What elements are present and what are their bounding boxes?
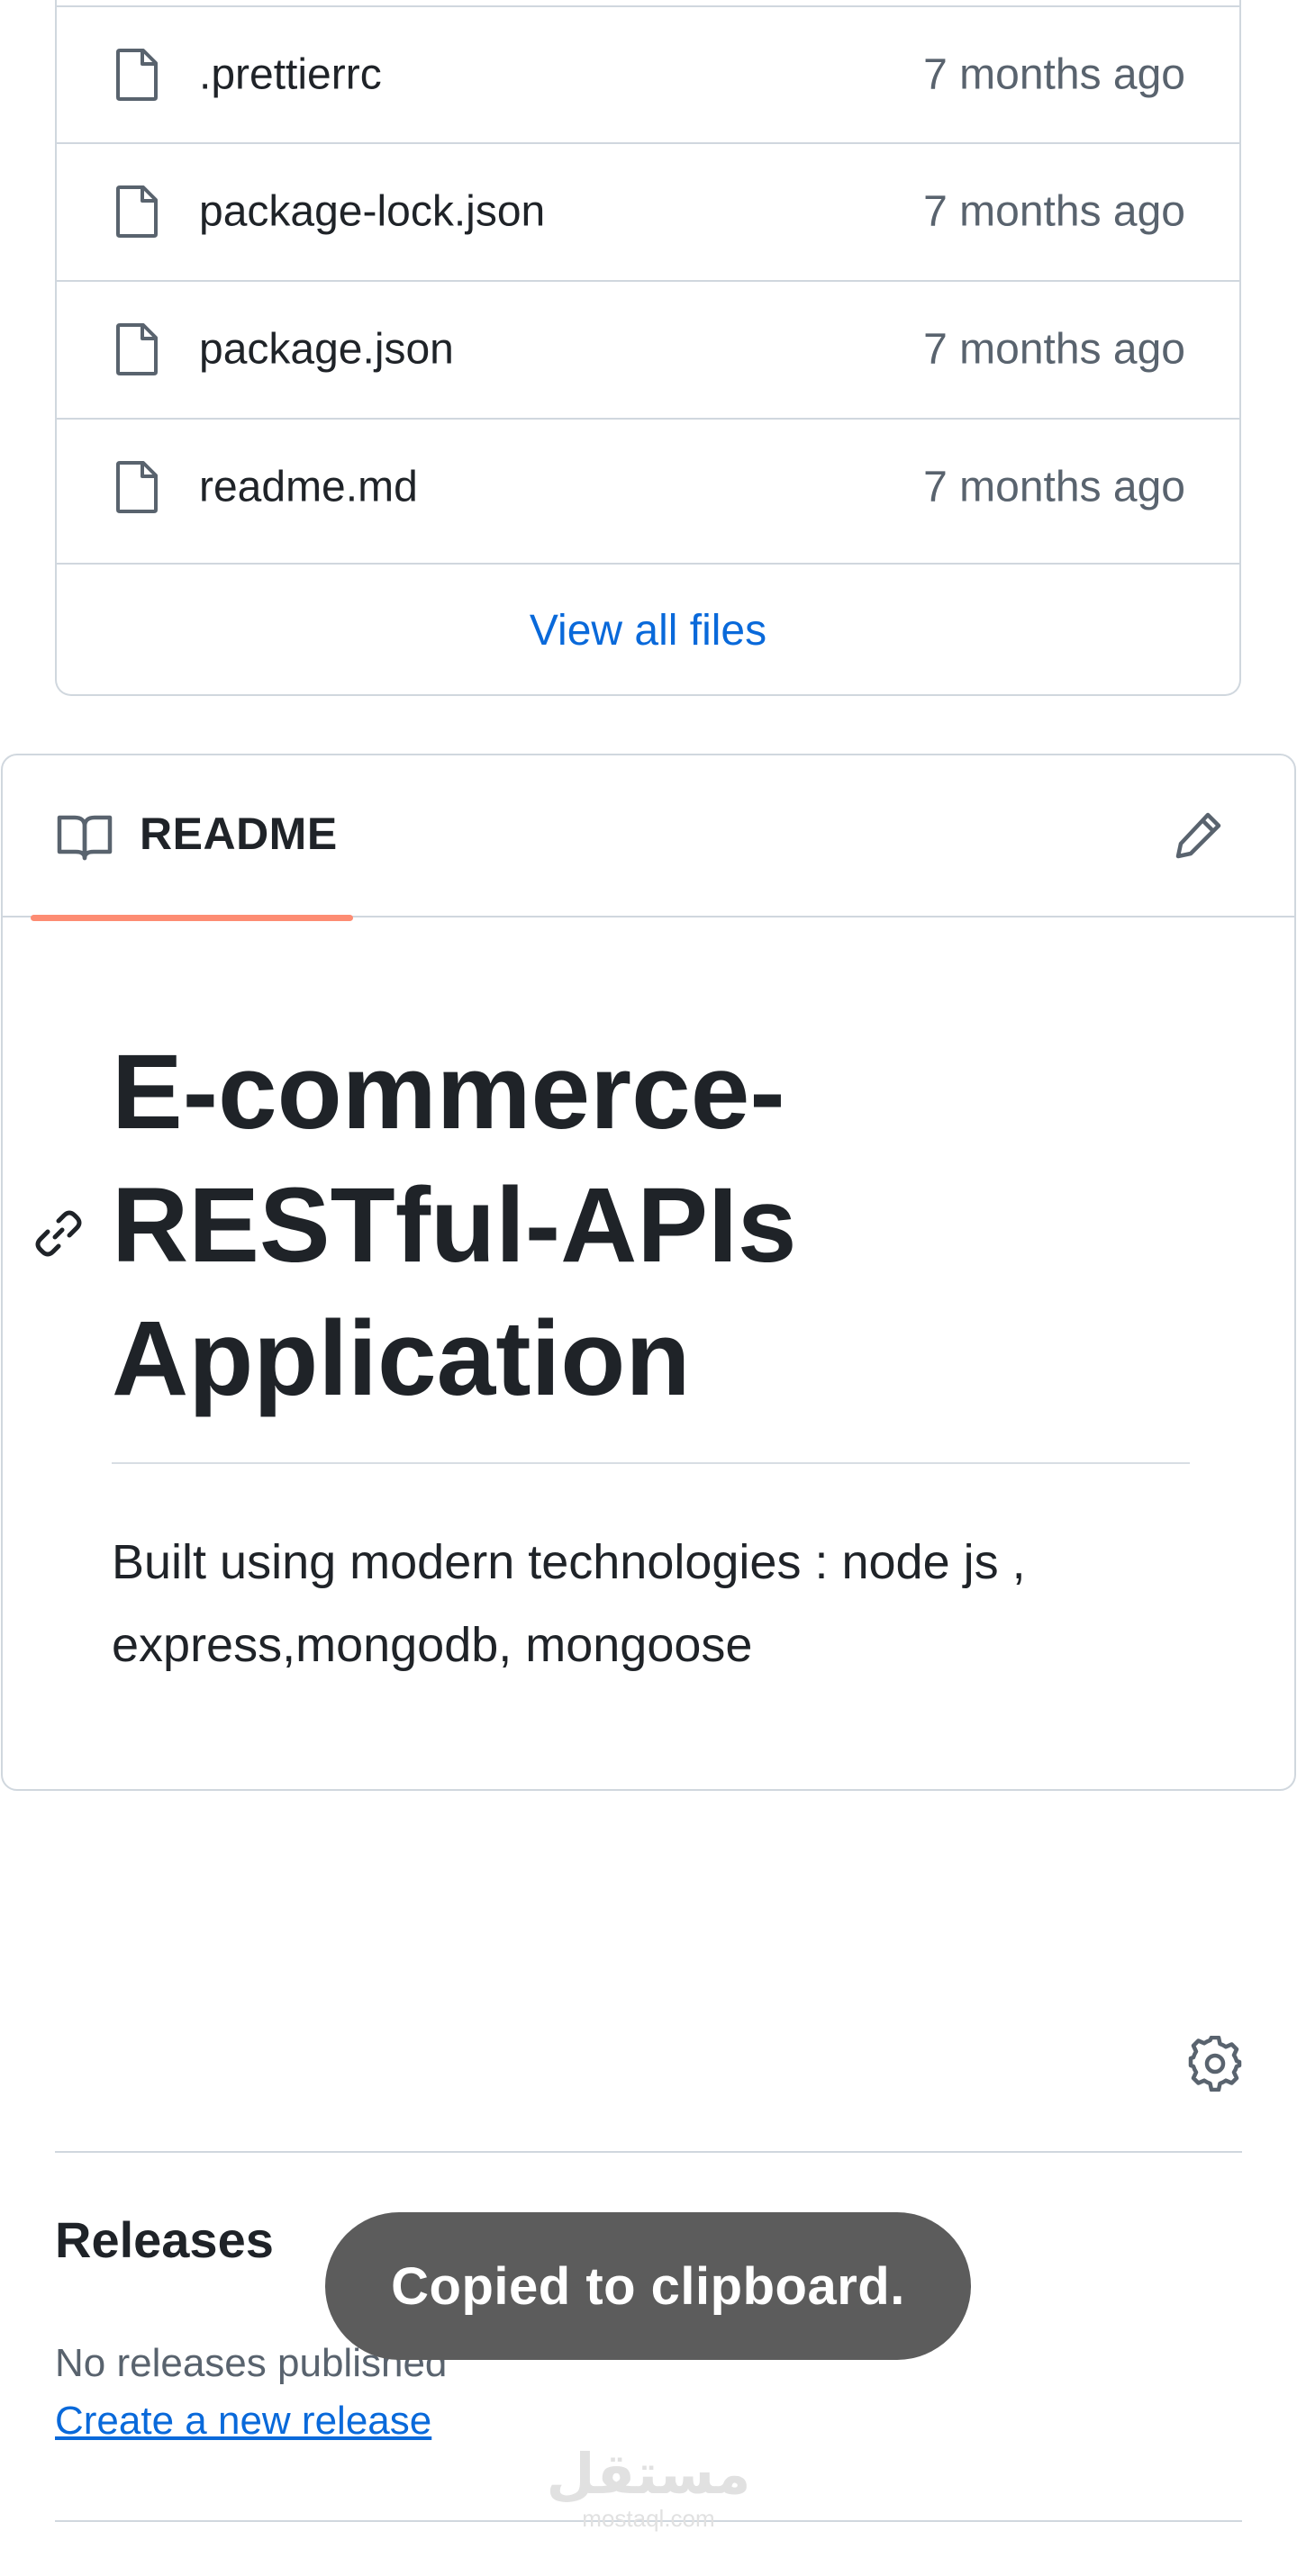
readme-title: E-commerce- RESTful-APIs Application: [112, 1026, 1193, 1425]
gear-icon[interactable]: [1187, 2036, 1243, 2092]
watermark-sub: mostaql.com: [582, 2505, 715, 2532]
title-divider: [112, 1462, 1190, 1464]
link-icon[interactable]: [33, 1208, 84, 1259]
file-name[interactable]: readme.md: [199, 463, 418, 512]
tab-readme-label: README: [140, 809, 338, 859]
readme-panel: README E-commerce- RESTful-APIs Applicatio…: [1, 754, 1296, 1791]
readme-title-line: RESTful-APIs: [112, 1166, 797, 1285]
readme-title-line: Application: [112, 1299, 691, 1418]
file-icon: [116, 461, 158, 513]
watermark-main: مستقل: [546, 2444, 751, 2506]
file-row[interactable]: readme.md 7 months ago: [57, 418, 1239, 555]
readme-description: Built using modern technologies : node j…: [112, 1535, 1026, 1672]
file-name[interactable]: package-lock.json: [199, 187, 545, 237]
file-age: 7 months ago: [923, 187, 1185, 236]
readme-title-line: E-commerce-: [112, 1033, 785, 1152]
file-name[interactable]: .prettierrc: [199, 50, 382, 100]
file-age: 7 months ago: [923, 463, 1185, 511]
watermark-logo: مستقل mostaql.com: [504, 2444, 793, 2533]
tab-active-indicator: [31, 915, 353, 921]
view-all-files-link[interactable]: View all files: [57, 563, 1239, 696]
create-release-link[interactable]: Create a new release: [55, 2399, 431, 2444]
section-divider: [55, 2151, 1242, 2153]
book-icon: [57, 815, 113, 861]
file-icon: [116, 323, 158, 375]
releases-heading: Releases: [55, 2211, 274, 2268]
file-row[interactable]: package-lock.json 7 months ago: [57, 142, 1239, 279]
file-row[interactable]: package.json 7 months ago: [57, 280, 1239, 417]
file-row[interactable]: .prettierrc 7 months ago: [57, 5, 1239, 142]
file-icon: [116, 185, 158, 238]
file-age: 7 months ago: [923, 325, 1185, 374]
file-list: .prettierrc 7 months ago package-lock.js…: [55, 0, 1241, 696]
file-icon: [116, 49, 158, 101]
tab-readme[interactable]: README: [31, 755, 353, 921]
file-name[interactable]: package.json: [199, 325, 454, 375]
pencil-icon[interactable]: [1174, 809, 1224, 860]
clipboard-toast: Copied to clipboard.: [325, 2212, 971, 2360]
readme-header: README: [3, 755, 1294, 921]
file-age: 7 months ago: [923, 50, 1185, 99]
